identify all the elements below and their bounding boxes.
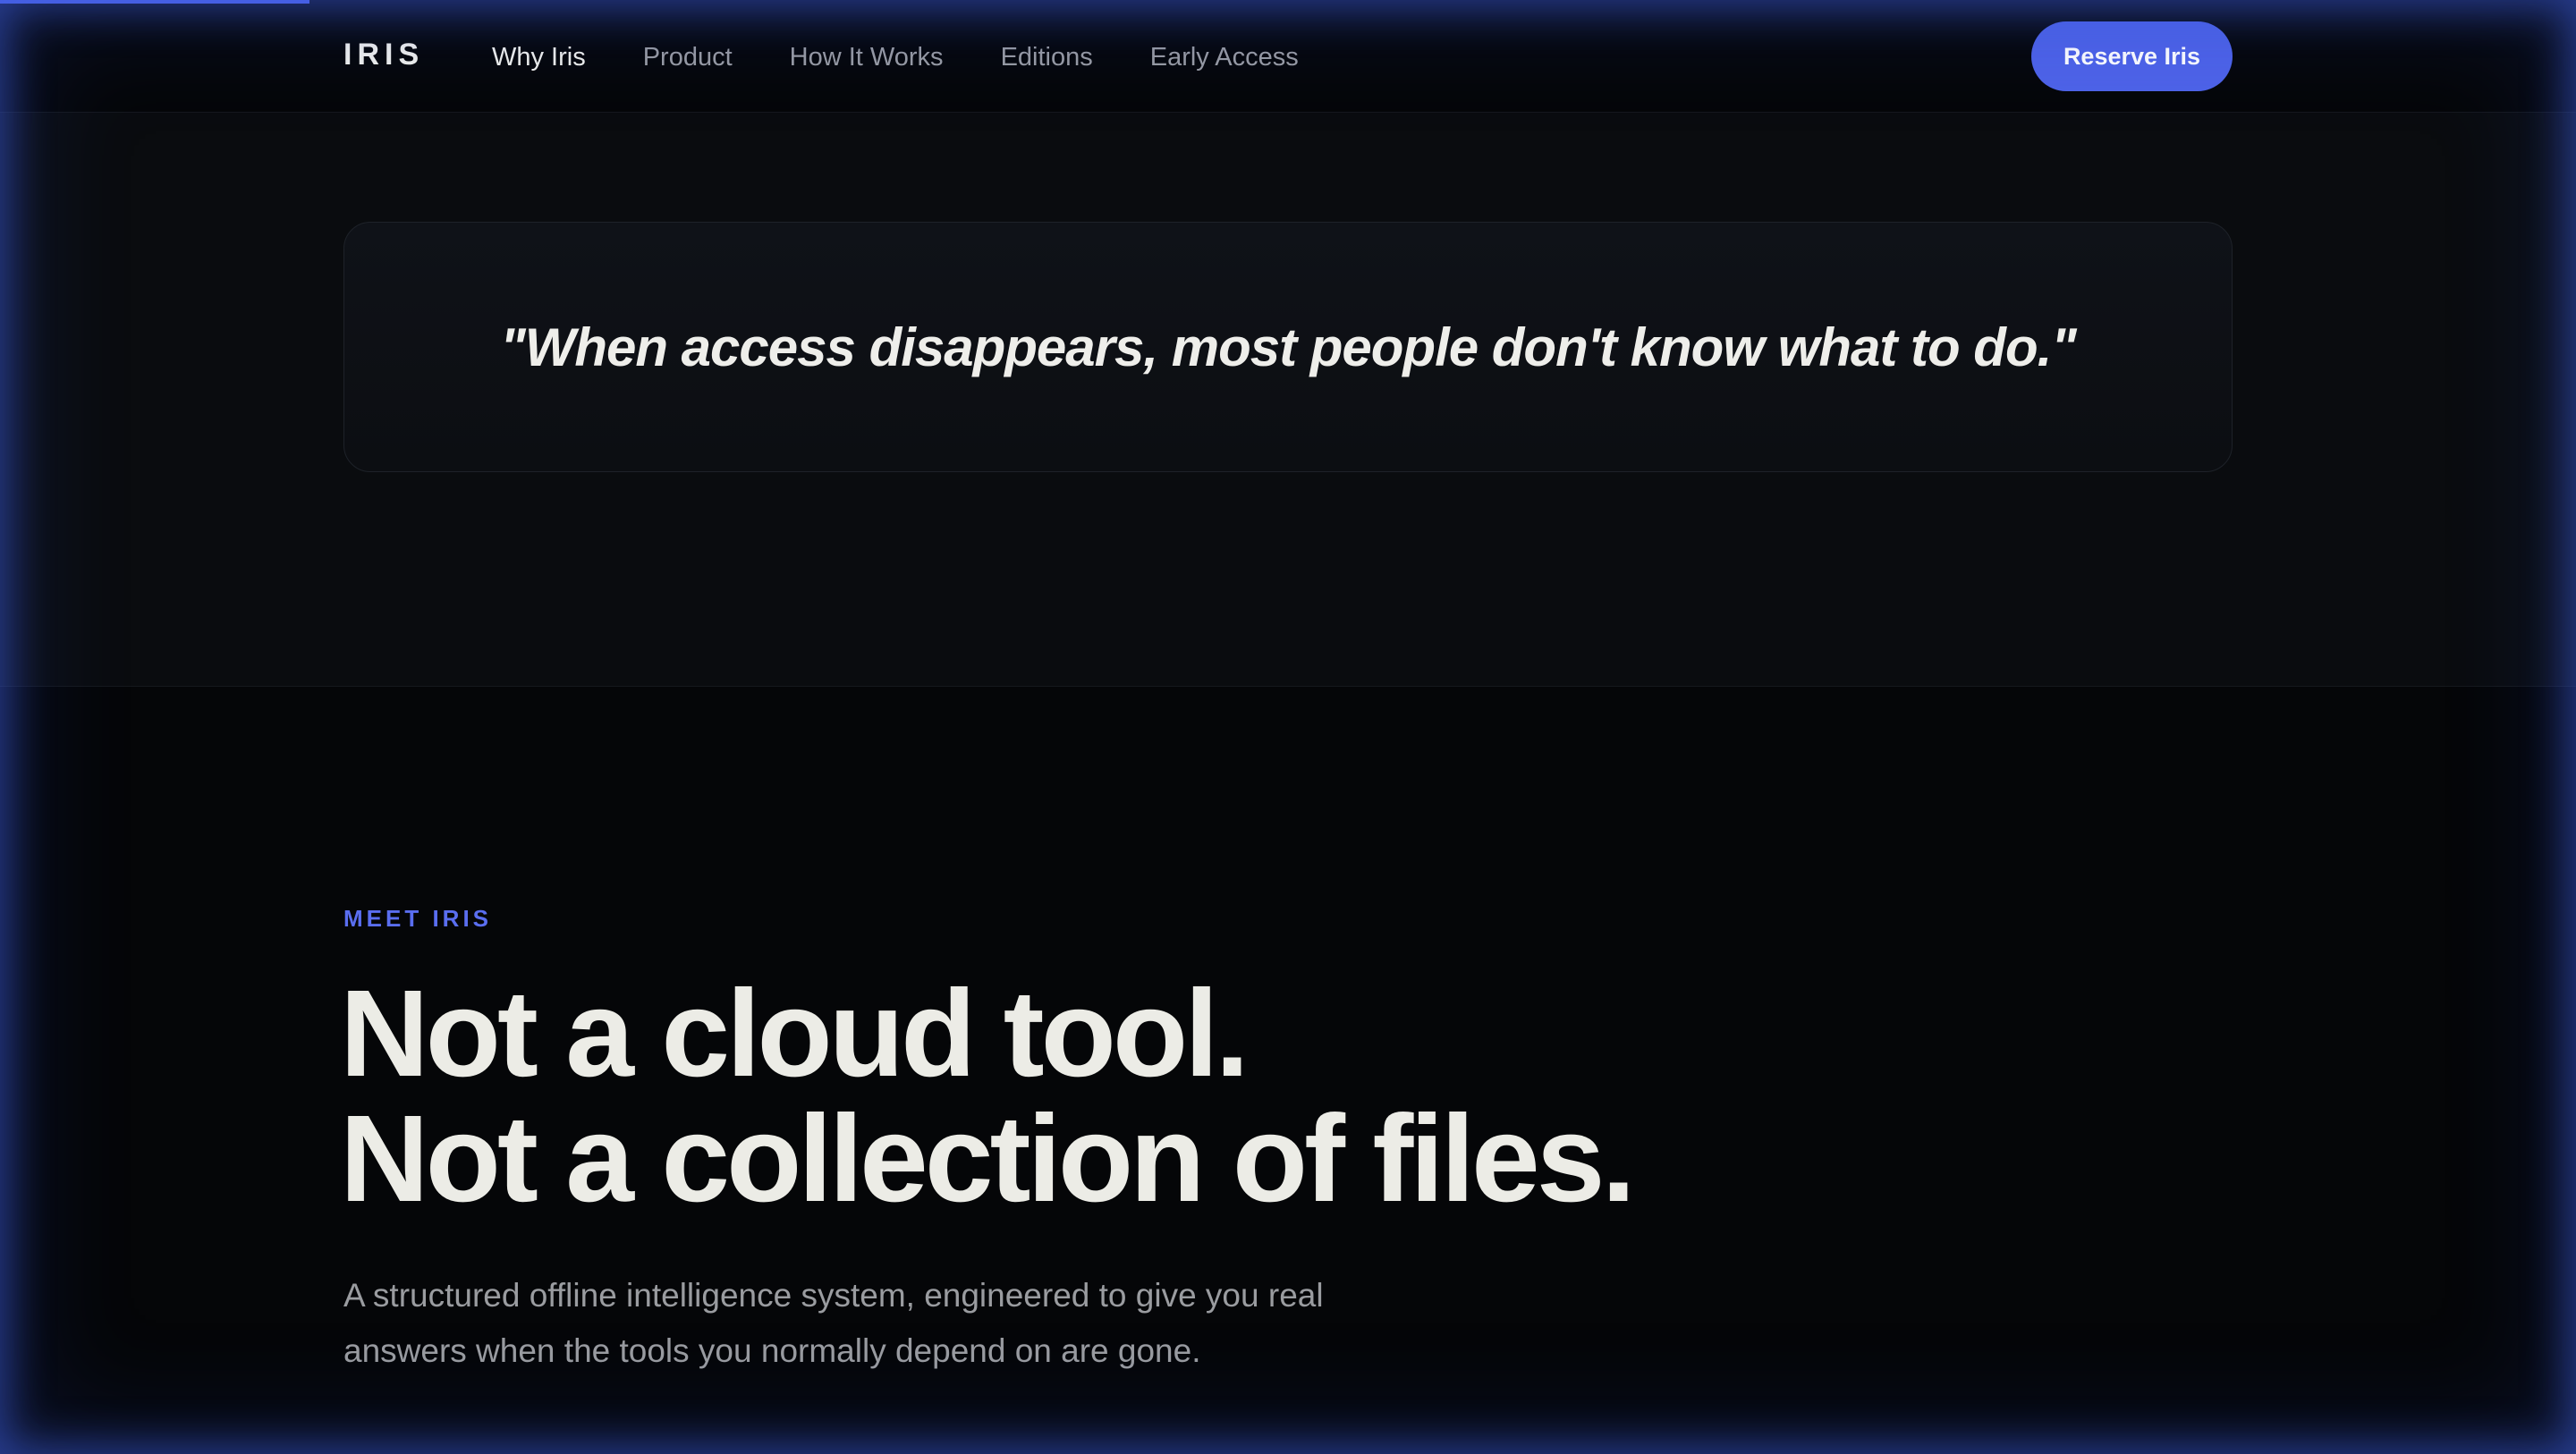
- meet-iris-section: MEET IRIS Not a cloud tool. Not a collec…: [0, 687, 2576, 1454]
- section-description: A structured offline intelligence system…: [343, 1277, 1324, 1369]
- top-navigation: IRIS Why Iris Product How It Works Editi…: [0, 0, 2576, 113]
- scroll-progress-fill: [0, 0, 309, 4]
- section-eyebrow: MEET IRIS: [343, 905, 493, 932]
- nav-link-how-it-works[interactable]: How It Works: [790, 43, 944, 72]
- scroll-progress-bar: [0, 0, 2576, 4]
- page: IRIS Why Iris Product How It Works Editi…: [0, 0, 2576, 1454]
- quote-card: "When access disappears, most people don…: [343, 222, 2233, 472]
- nav-link-why-iris[interactable]: Why Iris: [492, 43, 586, 72]
- quote-text: "When access disappears, most people don…: [500, 317, 2076, 377]
- nav-link-product[interactable]: Product: [643, 43, 733, 72]
- nav-link-early-access[interactable]: Early Access: [1150, 43, 1299, 72]
- logo[interactable]: IRIS: [343, 38, 424, 72]
- headline-line-1: Not a cloud tool.: [340, 965, 1250, 1103]
- reserve-iris-button[interactable]: Reserve Iris: [2031, 21, 2233, 91]
- nav-links: Why Iris Product How It Works Editions E…: [492, 43, 1299, 72]
- quote-section: "When access disappears, most people don…: [0, 113, 2576, 687]
- section-headline: Not a cloud tool. Not a collection of fi…: [340, 965, 1636, 1228]
- headline-line-2: Not a collection of files.: [340, 1090, 1636, 1228]
- nav-link-editions[interactable]: Editions: [1001, 43, 1093, 72]
